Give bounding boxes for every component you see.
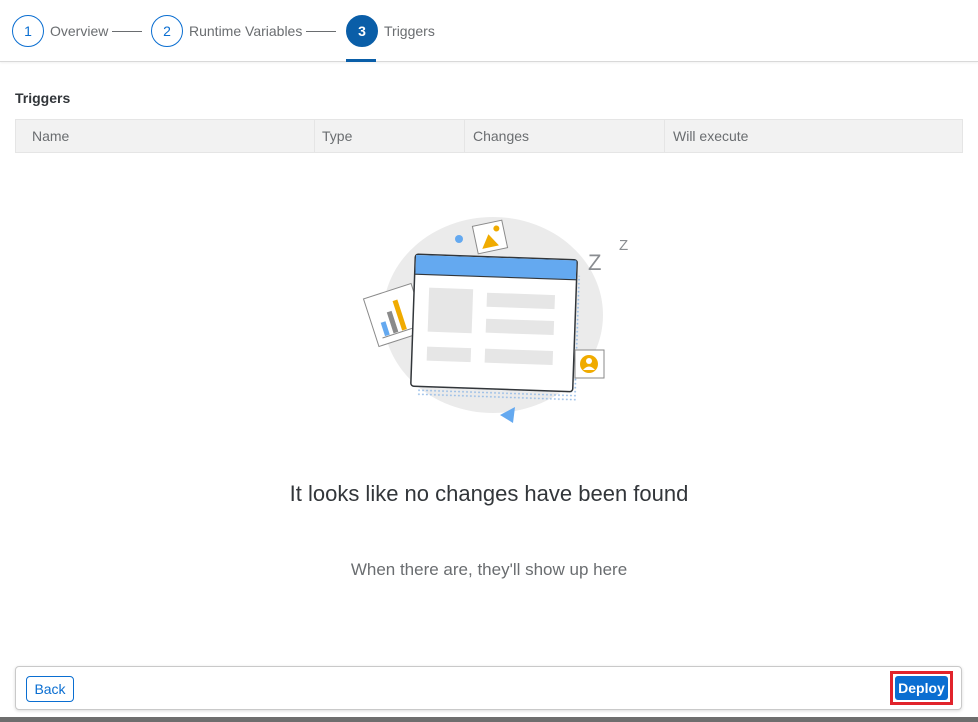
step-label: Triggers <box>384 23 435 39</box>
wizard-step-overview[interactable]: 1 Overview <box>12 15 108 47</box>
document-window-icon <box>410 253 578 393</box>
step-label: Runtime Variables <box>189 23 303 39</box>
active-step-indicator <box>346 59 376 62</box>
image-card-icon <box>471 219 509 255</box>
back-button[interactable]: Back <box>26 676 74 702</box>
blue-dot <box>455 235 463 243</box>
step-label: Overview <box>50 23 109 39</box>
column-header-changes[interactable]: Changes <box>465 120 665 152</box>
empty-state-illustration: Z Z <box>355 215 645 430</box>
step-number: 1 <box>12 15 44 47</box>
wizard-step-triggers[interactable]: 3 Triggers <box>346 15 435 47</box>
deploy-highlight-box: Deploy <box>890 671 953 705</box>
column-header-type[interactable]: Type <box>315 120 465 152</box>
column-header-will-execute[interactable]: Will execute <box>665 120 962 152</box>
empty-state-subtitle: When there are, they'll show up here <box>350 560 628 579</box>
deploy-button[interactable]: Deploy <box>895 676 948 700</box>
sleep-z-small: Z <box>619 237 628 254</box>
bottom-edge-bar <box>0 717 978 722</box>
section-title: Triggers <box>15 90 71 106</box>
footer-toolbar: Back Deploy <box>15 666 962 710</box>
step-connector <box>112 31 142 32</box>
triggers-table-header: Name Type Changes Will execute <box>15 119 963 153</box>
sleep-z-large: Z <box>588 250 601 275</box>
wizard-step-runtime-variables[interactable]: 2 Runtime Variables <box>151 15 302 47</box>
column-header-name[interactable]: Name <box>16 120 315 152</box>
user-card-icon <box>574 349 605 379</box>
step-connector <box>306 31 336 32</box>
step-number: 2 <box>151 15 183 47</box>
empty-state-title: It looks like no changes have been found <box>289 481 689 506</box>
step-number: 3 <box>346 15 378 47</box>
wizard-header: 1 Overview 2 Runtime Variables 3 Trigger… <box>0 0 978 62</box>
